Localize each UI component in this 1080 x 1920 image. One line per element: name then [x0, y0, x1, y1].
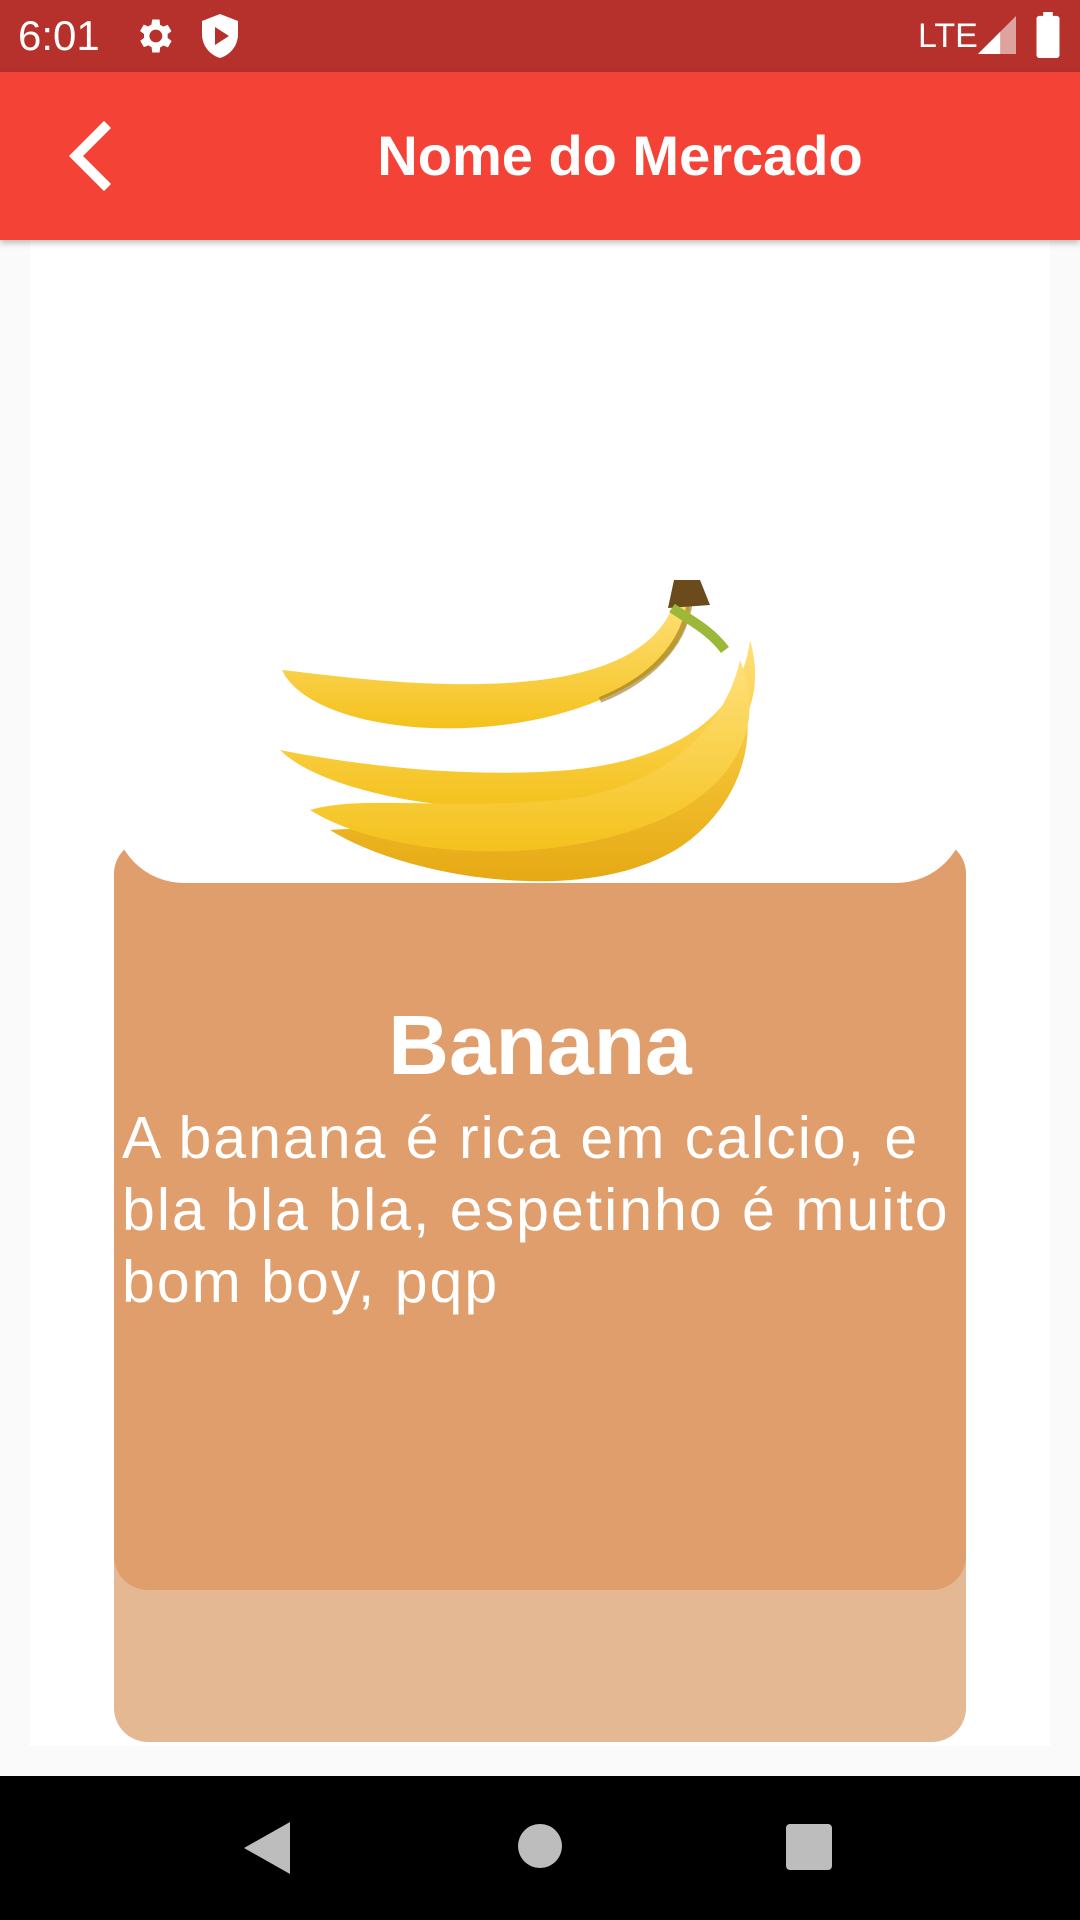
system-nav-bar [0, 1776, 1080, 1920]
shield-play-icon [202, 14, 238, 58]
settings-gear-icon [140, 19, 172, 53]
app-title: Nome do Mercado [377, 124, 863, 187]
signal-icon [978, 16, 1016, 54]
product-name: Banana [388, 998, 692, 1092]
chevron-left-icon [68, 120, 112, 192]
app-bar: Nome do Mercado [0, 72, 1080, 240]
recents-square-icon[interactable] [786, 1824, 832, 1870]
back-triangle-icon[interactable] [244, 1822, 290, 1874]
back-button[interactable] [52, 116, 132, 196]
banana-image [280, 580, 756, 882]
status-bar: 6:01 LTE [0, 0, 1080, 72]
product-description: A banana é rica em calcio, e bla bla bla… [122, 1105, 950, 1315]
status-time: 6:01 [18, 12, 100, 59]
network-type-label: LTE [918, 17, 978, 55]
home-circle-icon[interactable] [518, 1824, 562, 1868]
product-detail-card: Banana A banana é rica em calcio, e bla … [30, 240, 1050, 1746]
battery-icon [1036, 12, 1060, 58]
